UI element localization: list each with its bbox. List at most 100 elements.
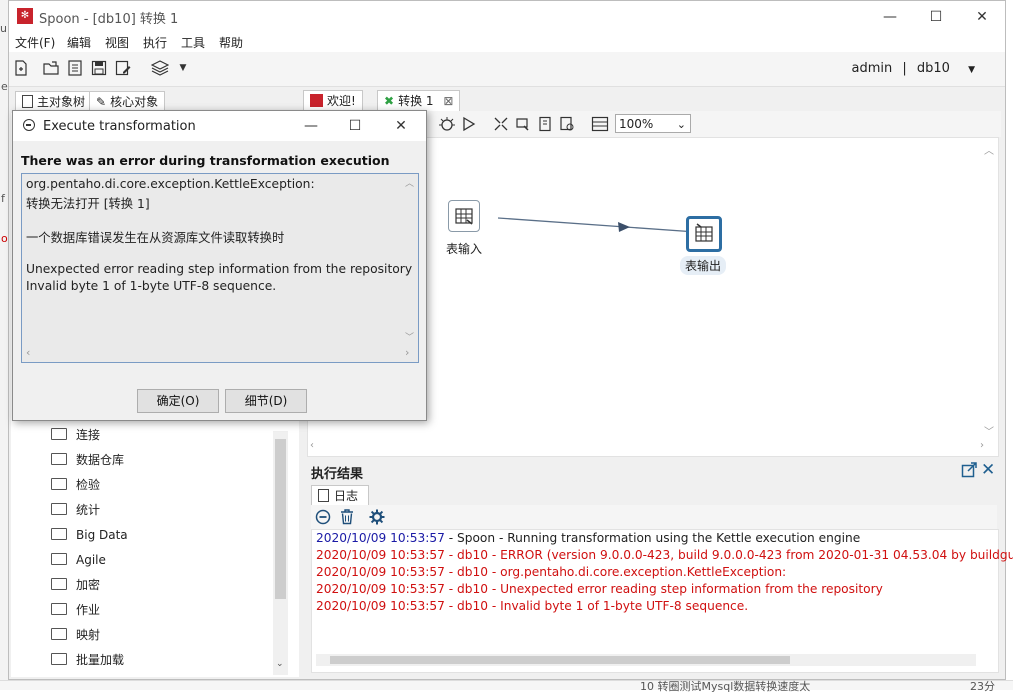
ok-button[interactable]: 确定(O) bbox=[137, 389, 219, 413]
impact-icon[interactable] bbox=[515, 116, 531, 135]
close-results-icon[interactable]: ✕ bbox=[981, 460, 995, 480]
verify-icon[interactable] bbox=[493, 116, 509, 135]
tab-main-tree[interactable]: 主对象树 bbox=[15, 91, 93, 112]
tab-core-objects[interactable]: ✎ 核心对象 bbox=[89, 91, 166, 112]
chevron-down-icon[interactable]: ﹀ bbox=[984, 423, 994, 438]
editor-tab-bar: 欢迎! ✖ 转换 1 ⊠ bbox=[301, 89, 1001, 112]
results-title: 执行结果 bbox=[311, 467, 364, 482]
log-horizontal-scrollbar[interactable] bbox=[316, 654, 976, 666]
tree-item-encryption[interactable]: 加密 bbox=[51, 575, 100, 595]
menu-bar: 文件(F) 编辑 视图 执行 工具 帮助 bbox=[9, 32, 1005, 52]
step-table-output[interactable] bbox=[686, 216, 722, 252]
menu-tools[interactable]: 工具 bbox=[181, 34, 205, 51]
execution-results-panel: 执行结果 ✕ 日志 2020/10/09 10:53:57 - Spoon - … bbox=[301, 459, 1013, 677]
window-title: Spoon - [db10] 转换 1 bbox=[39, 12, 179, 27]
title-bar[interactable]: ✻ Spoon - [db10] 转换 1 — ☐ ✕ bbox=[9, 1, 1005, 32]
canvas-vertical-scrollbar[interactable]: ︿ ﹀ bbox=[984, 142, 996, 438]
error-line: 一个数据库错误发生在从资源库文件读取转换时 bbox=[26, 231, 285, 245]
folder-icon bbox=[51, 428, 67, 440]
folder-icon bbox=[51, 478, 67, 490]
trash-icon[interactable] bbox=[339, 509, 355, 528]
chevron-down-icon: ⌄ bbox=[676, 118, 686, 131]
error-line: Unexpected error reading step informatio… bbox=[26, 262, 413, 276]
chevron-right-icon[interactable]: › bbox=[405, 346, 409, 359]
log-scrollbar-thumb[interactable] bbox=[330, 656, 790, 664]
user-dropdown-icon[interactable]: ▼ bbox=[968, 65, 975, 75]
tree-item-agile[interactable]: Agile bbox=[51, 550, 106, 570]
zoom-select[interactable]: 100% ⌄ bbox=[615, 114, 691, 133]
tab-welcome[interactable]: 欢迎! bbox=[303, 90, 363, 111]
save-as-icon[interactable] bbox=[115, 60, 131, 76]
table-input-icon bbox=[455, 208, 473, 225]
open-folder-icon[interactable] bbox=[43, 60, 59, 76]
tree-item-validation[interactable]: 检验 bbox=[51, 475, 100, 495]
user-repository-info[interactable]: admin | db10 ▼ bbox=[851, 61, 975, 76]
bg-fragment: f bbox=[1, 192, 5, 205]
tab-log[interactable]: 日志 bbox=[311, 485, 370, 506]
transform-icon: ✖ bbox=[384, 94, 395, 108]
layers-dropdown-icon[interactable]: ▼ bbox=[175, 60, 191, 76]
chevron-down-icon[interactable]: ﹀ bbox=[405, 330, 414, 343]
tree-item-data-warehouse[interactable]: 数据仓库 bbox=[51, 450, 124, 470]
username: admin bbox=[851, 61, 893, 76]
step-label-input: 表输入 bbox=[446, 242, 483, 256]
canvas-horizontal-scrollbar[interactable]: ‹ › bbox=[308, 440, 984, 452]
menu-view[interactable]: 视图 bbox=[105, 34, 129, 51]
maximize-button[interactable]: ☐ bbox=[913, 5, 959, 29]
step-table-input[interactable] bbox=[448, 200, 480, 232]
table-output-icon bbox=[695, 223, 713, 242]
close-tab-icon[interactable]: ⊠ bbox=[443, 94, 453, 108]
explore-repository-icon[interactable] bbox=[67, 60, 83, 76]
pencil-icon: ✎ bbox=[96, 95, 107, 109]
menu-edit[interactable]: 编辑 bbox=[67, 34, 91, 51]
menu-run[interactable]: 执行 bbox=[143, 34, 167, 51]
bg-fragment: 10 转圈测试Mysql数据转换速度太 bbox=[640, 680, 811, 693]
dialog-maximize-button[interactable]: ☐ bbox=[333, 114, 377, 138]
error-details-text[interactable]: org.pentaho.di.core.exception.KettleExce… bbox=[21, 173, 419, 363]
popout-icon[interactable] bbox=[961, 462, 977, 481]
dialog-minimize-button[interactable]: — bbox=[289, 114, 333, 138]
tree-item-mapping[interactable]: 映射 bbox=[51, 625, 100, 645]
menu-help[interactable]: 帮助 bbox=[219, 34, 243, 51]
chevron-left-icon[interactable]: ‹ bbox=[26, 346, 30, 359]
new-file-icon[interactable] bbox=[13, 60, 29, 76]
zoom-value: 100% bbox=[619, 117, 654, 131]
layers-icon[interactable] bbox=[150, 60, 170, 76]
chevron-up-icon[interactable]: ︿ bbox=[405, 176, 414, 189]
gear-icon[interactable] bbox=[369, 509, 385, 528]
log-line: 2020/10/09 10:53:57 - Spoon - Running tr… bbox=[316, 531, 861, 545]
dialog-title-bar[interactable]: Execute transformation — ☐ ✕ bbox=[13, 111, 426, 141]
tree-scrollbar[interactable]: ⌄ bbox=[273, 431, 288, 675]
error-heading: There was an error during transformation… bbox=[21, 153, 390, 168]
execute-transformation-dialog: Execute transformation — ☐ ✕ There was a… bbox=[12, 110, 427, 421]
replay-icon[interactable] bbox=[461, 116, 477, 135]
log-text-area[interactable]: 2020/10/09 10:53:57 - Spoon - Running tr… bbox=[311, 529, 1013, 673]
error-line: org.pentaho.di.core.exception.KettleExce… bbox=[26, 177, 315, 191]
chevron-down-icon[interactable]: ⌄ bbox=[276, 659, 284, 669]
close-button[interactable]: ✕ bbox=[959, 5, 1005, 29]
spoon-logo-icon bbox=[310, 94, 323, 107]
menu-file[interactable]: 文件(F) bbox=[15, 34, 55, 51]
explore-db-icon[interactable] bbox=[559, 116, 575, 135]
tree-item-statistics[interactable]: 统计 bbox=[51, 500, 100, 520]
chevron-right-icon[interactable]: › bbox=[980, 440, 984, 451]
chevron-left-icon[interactable]: ‹ bbox=[310, 440, 314, 451]
tab-transform-1[interactable]: ✖ 转换 1 ⊠ bbox=[377, 90, 461, 111]
tree-item-big-data[interactable]: Big Data bbox=[51, 525, 128, 545]
details-button[interactable]: 细节(D) bbox=[225, 389, 307, 413]
dialog-close-button[interactable]: ✕ bbox=[379, 114, 423, 138]
debug-icon[interactable] bbox=[439, 116, 455, 135]
bg-fragment: 23分 bbox=[970, 680, 995, 693]
chevron-up-icon[interactable]: ︿ bbox=[984, 142, 994, 157]
folder-icon bbox=[51, 603, 67, 615]
tree-item-bulk-load[interactable]: 批量加载 bbox=[51, 650, 124, 670]
results-panel-icon[interactable] bbox=[591, 116, 609, 135]
stop-icon[interactable] bbox=[315, 509, 331, 528]
save-icon[interactable] bbox=[91, 60, 107, 76]
tree-item-job[interactable]: 作业 bbox=[51, 600, 100, 620]
log-line-error: 2020/10/09 10:53:57 - db10 - org.pentaho… bbox=[316, 565, 787, 579]
minimize-button[interactable]: — bbox=[867, 5, 913, 29]
tree-scrollbar-thumb[interactable] bbox=[275, 439, 286, 599]
sql-icon[interactable] bbox=[537, 116, 553, 135]
tree-item-connection[interactable]: 连接 bbox=[51, 425, 100, 445]
